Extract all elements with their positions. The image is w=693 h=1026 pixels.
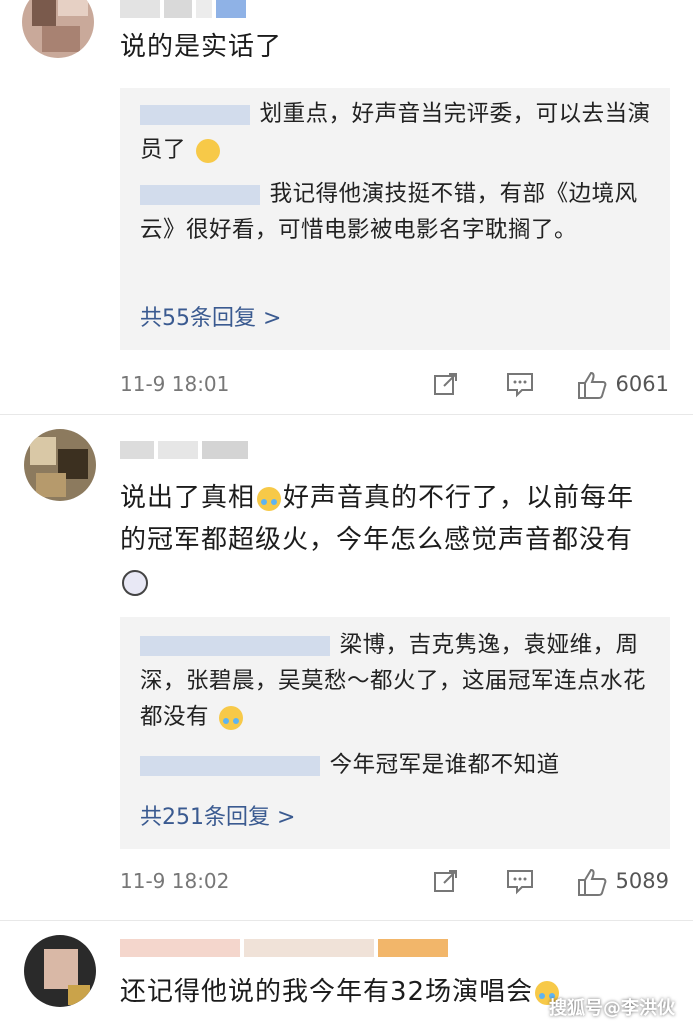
comment-icon[interactable] [505,867,535,895]
comment-text: 说出了真相 好声音真的不行了，以前每年的冠军都超级火，今年怎么感觉声音都没有 [120,477,660,603]
like-count: 6061 [615,372,669,396]
comment-2: 说出了真相 好声音真的不行了，以前每年的冠军都超级火，今年怎么感觉声音都没有 梁博… [0,415,693,921]
comment-icon[interactable] [505,370,535,398]
username-blurred[interactable] [120,0,250,18]
like-count: 5089 [615,869,669,893]
reply-item[interactable]: 我记得他演技挺不错，有部《边境风云》很好看，可惜电影被电影名字耽搁了。 [140,176,655,248]
timestamp: 11-9 18:02 [120,869,230,893]
reply-username-blurred[interactable] [140,104,250,125]
tears-of-joy-emoji-icon [218,705,243,730]
glasses-emoji-icon [195,138,220,163]
like-icon[interactable] [576,867,608,897]
reply-text: 今年冠军是谁都不知道 [329,752,560,778]
reply-item[interactable]: 划重点，好声音当完评委，可以去当演员了 [140,96,655,168]
reply-box: 划重点，好声音当完评委，可以去当演员了 我记得他演技挺不错，有部《边境风云》很好… [120,88,670,350]
reply-username-blurred[interactable] [140,755,320,776]
share-icon[interactable] [432,370,460,398]
username-blurred[interactable] [120,939,450,957]
comment-text-part: 说出了真相 [120,483,256,513]
avatar[interactable] [24,429,96,501]
reply-item[interactable]: 今年冠军是谁都不知道 [140,747,655,783]
watermark: 搜狐号@李洪伙 [549,998,675,1019]
username-blurred[interactable] [120,441,250,459]
tears-of-joy-emoji-icon [257,486,282,511]
comment-text: 说的是实话了 [120,32,283,62]
reply-box: 梁博，吉克隽逸，袁娅维，周深，张碧晨，吴莫愁～都火了，这届冠军连点水花都没有 今… [120,617,670,849]
shocked-emoji-icon [122,569,148,596]
avatar[interactable] [22,0,94,58]
avatar[interactable] [24,935,96,1007]
reply-username-blurred[interactable] [140,184,260,205]
comment-meta: 11-9 18:01 6061 [120,370,669,402]
comment-text-part: 还记得他说的我今年有32场演唱会 [120,977,534,1007]
view-replies-link[interactable]: 共55条回复 > [140,300,281,332]
share-icon[interactable] [432,867,460,895]
timestamp: 11-9 18:01 [120,372,230,396]
reply-username-blurred[interactable] [140,635,330,656]
view-replies-link[interactable]: 共251条回复 > [140,799,295,831]
comment-1: 说的是实话了 划重点，好声音当完评委，可以去当演员了 我记得他演技挺不错，有部《… [0,0,693,415]
reply-item[interactable]: 梁博，吉克隽逸，袁娅维，周深，张碧晨，吴莫愁～都火了，这届冠军连点水花都没有 [140,627,655,735]
comment-meta: 11-9 18:02 5089 [120,867,669,899]
like-icon[interactable] [576,370,608,400]
